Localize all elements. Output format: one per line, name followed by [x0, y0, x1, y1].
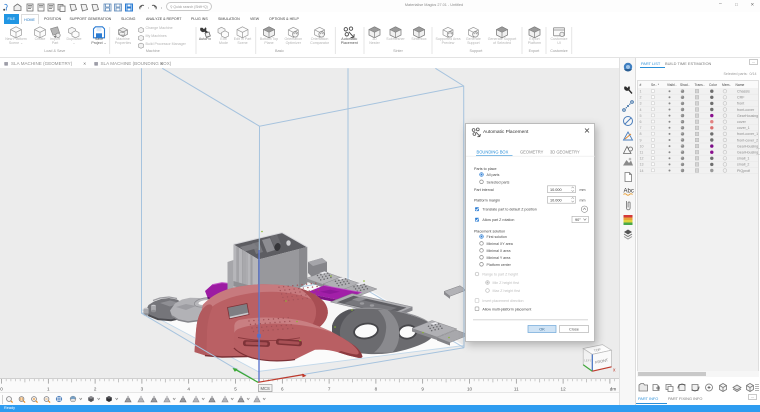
- svg-text:0: 0: [0, 387, 3, 392]
- svg-text:2: 2: [94, 387, 97, 392]
- svg-text:12: 12: [561, 387, 567, 392]
- svg-text:11: 11: [514, 387, 519, 392]
- svg-text:mm: mm: [580, 198, 586, 202]
- svg-text:cover: cover: [737, 120, 747, 124]
- svg-text:Max Z height first: Max Z height first: [493, 289, 521, 293]
- svg-text:1: 1: [47, 387, 50, 392]
- svg-text:2: 2: [640, 96, 642, 100]
- svg-text:Min Z height first: Min Z height first: [493, 281, 520, 285]
- svg-text:10.000: 10.000: [550, 198, 562, 202]
- svg-text:6: 6: [281, 387, 284, 392]
- svg-text:cover_1: cover_1: [737, 126, 750, 130]
- svg-text:11: 11: [640, 151, 644, 155]
- svg-text:10.000: 10.000: [550, 188, 562, 192]
- svg-text:All parts: All parts: [487, 173, 500, 177]
- svg-text:Minimal Y area: Minimal Y area: [487, 256, 511, 260]
- svg-text:Selected parts: Selected parts: [487, 180, 510, 184]
- svg-text:4: 4: [187, 387, 190, 392]
- svg-text:front: front: [737, 102, 744, 106]
- svg-text:Allow part Z rotation: Allow part Z rotation: [482, 218, 514, 222]
- svg-text:7: 7: [640, 126, 642, 130]
- svg-text:small_2: small_2: [737, 163, 749, 167]
- svg-text:8: 8: [375, 387, 378, 392]
- svg-text:Minimal X area: Minimal X area: [487, 249, 511, 253]
- svg-text:Range to part Z height: Range to part Z height: [482, 273, 518, 277]
- svg-text:1: 1: [640, 90, 642, 94]
- svg-text:PIQprofi: PIQprofi: [737, 169, 750, 173]
- svg-text:Placement solution: Placement solution: [474, 229, 505, 233]
- svg-text:front-cover: front-cover: [737, 108, 755, 112]
- svg-text:3: 3: [640, 102, 642, 106]
- svg-text:90°: 90°: [575, 218, 581, 222]
- svg-text:3: 3: [141, 387, 144, 392]
- svg-text:small_1: small_1: [737, 157, 749, 161]
- svg-text:Platform margin: Platform margin: [474, 199, 500, 203]
- svg-text:8: 8: [640, 132, 642, 136]
- svg-text:12: 12: [640, 157, 644, 161]
- svg-text:9: 9: [421, 387, 424, 392]
- svg-text:6: 6: [640, 120, 642, 124]
- svg-text:9: 9: [640, 138, 642, 142]
- svg-text:10: 10: [467, 387, 473, 392]
- svg-text:4: 4: [640, 108, 642, 112]
- svg-text:Chassis: Chassis: [737, 90, 750, 94]
- svg-text:5: 5: [640, 114, 642, 118]
- svg-text:7: 7: [328, 387, 331, 392]
- svg-text:Invert placement direction: Invert placement direction: [482, 299, 523, 303]
- svg-text:GearHousing_1: GearHousing_1: [737, 144, 760, 148]
- svg-text:front-cover_1: front-cover_1: [737, 132, 758, 136]
- svg-text:3D GEOMETRY: 3D GEOMETRY: [550, 150, 580, 155]
- svg-text:Translate part to default Z po: Translate part to default Z position: [482, 208, 536, 212]
- svg-text:Automatic Placement: Automatic Placement: [483, 129, 529, 135]
- svg-text:10: 10: [640, 144, 644, 148]
- svg-text:14: 14: [640, 169, 644, 173]
- svg-text:Platform center: Platform center: [487, 263, 512, 267]
- svg-text:dm: dm: [610, 387, 617, 392]
- svg-text:BOUNDING BOX: BOUNDING BOX: [477, 150, 509, 155]
- svg-text:Close: Close: [569, 327, 579, 332]
- svg-text:First solution: First solution: [487, 235, 507, 239]
- svg-text:GearHousing: GearHousing: [737, 114, 758, 118]
- svg-text:mm: mm: [580, 188, 586, 192]
- svg-text:Part interval: Part interval: [474, 188, 494, 192]
- svg-text:Minimal XY area: Minimal XY area: [487, 242, 513, 246]
- svg-text:GearHousing_2: GearHousing_2: [737, 151, 760, 155]
- svg-text:OK: OK: [539, 327, 545, 332]
- svg-text:Parts to place: Parts to place: [474, 167, 497, 171]
- svg-text:GEOMETRY: GEOMETRY: [520, 150, 544, 155]
- svg-text:CRF: CRF: [737, 96, 745, 100]
- svg-text:13: 13: [640, 163, 644, 167]
- svg-text:Allow multi-platform placement: Allow multi-platform placement: [482, 307, 531, 311]
- svg-text:front-cover_2: front-cover_2: [737, 138, 758, 142]
- svg-text:5: 5: [234, 387, 237, 392]
